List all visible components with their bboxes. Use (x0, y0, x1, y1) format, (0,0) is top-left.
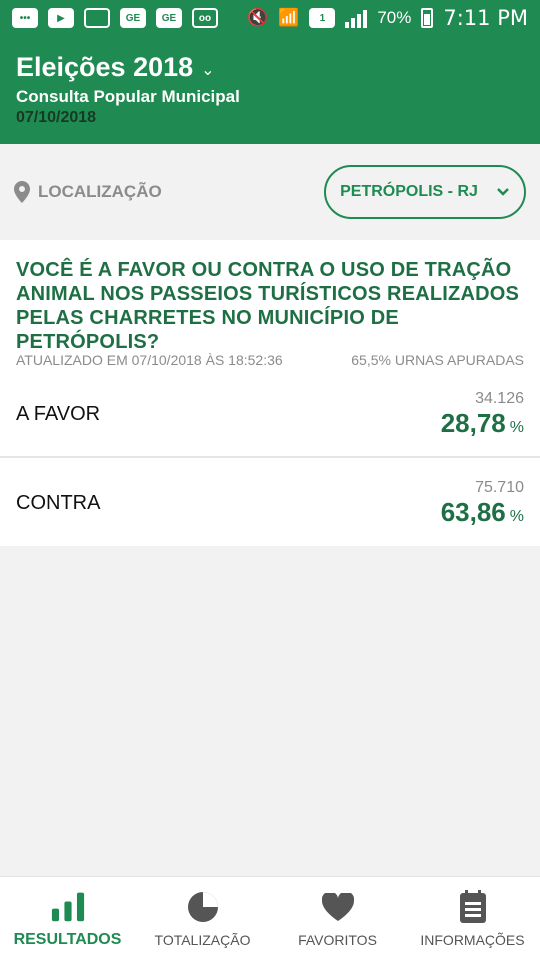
percent-sign: % (509, 507, 524, 525)
question-text: VOCÊ É A FAVOR OU CONTRA O USO DE TRAÇÃO… (16, 259, 520, 353)
nav-label[interactable]: RESULTADOS (14, 931, 122, 949)
nav-label[interactable]: INFORMAÇÕES (420, 932, 524, 948)
voicemail-icon: oo (192, 8, 218, 28)
battery-icon (421, 8, 434, 28)
bottom-navigation: RESULTADOS TOTALIZAÇÃO FAVORITOS INFORMA… (0, 876, 540, 960)
nav-label[interactable]: TOTALIZAÇÃO (155, 932, 251, 948)
city-select-value[interactable]: PETRÓPOLIS - RJ (340, 183, 478, 201)
result-label: CONTRA (16, 491, 101, 514)
location-label: LOCALIZAÇÃO (38, 182, 162, 201)
result-card: VOCÊ É A FAVOR OU CONTRA O USO DE TRAÇÃO… (0, 240, 540, 546)
cell-signal-icon (345, 8, 368, 28)
image-icon (84, 8, 110, 28)
election-date: 07/10/2018 (16, 109, 97, 126)
wifi-icon: 📶 (278, 8, 300, 27)
location-bar: LOCALIZAÇÃO PETRÓPOLIS - RJ (0, 144, 540, 240)
election-selector[interactable]: Eleições 2018 ⌄ (16, 52, 524, 83)
location-label-group: LOCALIZAÇÃO (14, 181, 162, 203)
election-title[interactable]: Eleições 2018 (16, 52, 193, 83)
result-values: 75.710 63,86% (441, 479, 524, 528)
result-label: A FAVOR (16, 402, 101, 425)
vote-count: 34.126 (475, 389, 524, 407)
nav-item-resultados[interactable]: RESULTADOS (0, 889, 135, 949)
heart-icon[interactable] (321, 890, 355, 924)
youtube-icon: ▶ (48, 8, 74, 28)
notification-icons: ••• ▶ GE GE oo (12, 8, 218, 28)
nav-label[interactable]: FAVORITOS (298, 932, 377, 948)
chevron-down-icon[interactable]: ⌄ (201, 60, 214, 80)
nav-item-totalizacao[interactable]: TOTALIZAÇÃO (135, 890, 270, 948)
vote-count: 75.710 (475, 478, 524, 496)
update-timestamp: ATUALIZADO EM 07/10/2018 ÀS 18:52:36 (16, 352, 283, 368)
result-row-a-favor: A FAVOR 34.126 28,78% (0, 372, 540, 458)
chat-icon: ••• (12, 8, 38, 28)
result-row-contra: CONTRA 75.710 63,86% (0, 460, 540, 546)
counted-percent: 65,5% URNAS APURADAS (351, 352, 524, 368)
mute-icon: 🔇 (247, 8, 269, 27)
document-icon[interactable] (456, 889, 490, 924)
system-status: 🔇 📶 1 70% 7:11 PM (247, 6, 528, 30)
ge-icon: GE (156, 8, 182, 28)
status-bar: ••• ▶ GE GE oo 🔇 📶 1 70% 7:11 PM (0, 0, 540, 36)
ge-icon: GE (120, 8, 146, 28)
city-select[interactable]: PETRÓPOLIS - RJ (324, 165, 526, 219)
election-subtitle: Consulta Popular Municipal (16, 87, 240, 106)
chevron-down-icon[interactable] (496, 187, 510, 197)
percent-sign: % (509, 418, 524, 436)
vote-percent: 28,78 (440, 407, 506, 438)
sim-badge: 1 (309, 8, 336, 28)
bar-chart-icon[interactable] (51, 889, 85, 923)
clock: 7:11 PM (443, 6, 528, 30)
result-values: 34.126 28,78% (441, 390, 524, 439)
map-pin-icon (14, 181, 30, 203)
update-meta: ATUALIZADO EM 07/10/2018 ÀS 18:52:36 65,… (16, 352, 524, 368)
nav-item-informacoes[interactable]: INFORMAÇÕES (405, 889, 540, 948)
vote-percent: 63,86 (440, 496, 506, 527)
pie-chart-icon[interactable] (186, 890, 220, 924)
battery-percent: 70% (377, 8, 412, 27)
nav-item-favoritos[interactable]: FAVORITOS (270, 890, 405, 948)
app-header: Eleições 2018 ⌄ Consulta Popular Municip… (0, 36, 540, 144)
